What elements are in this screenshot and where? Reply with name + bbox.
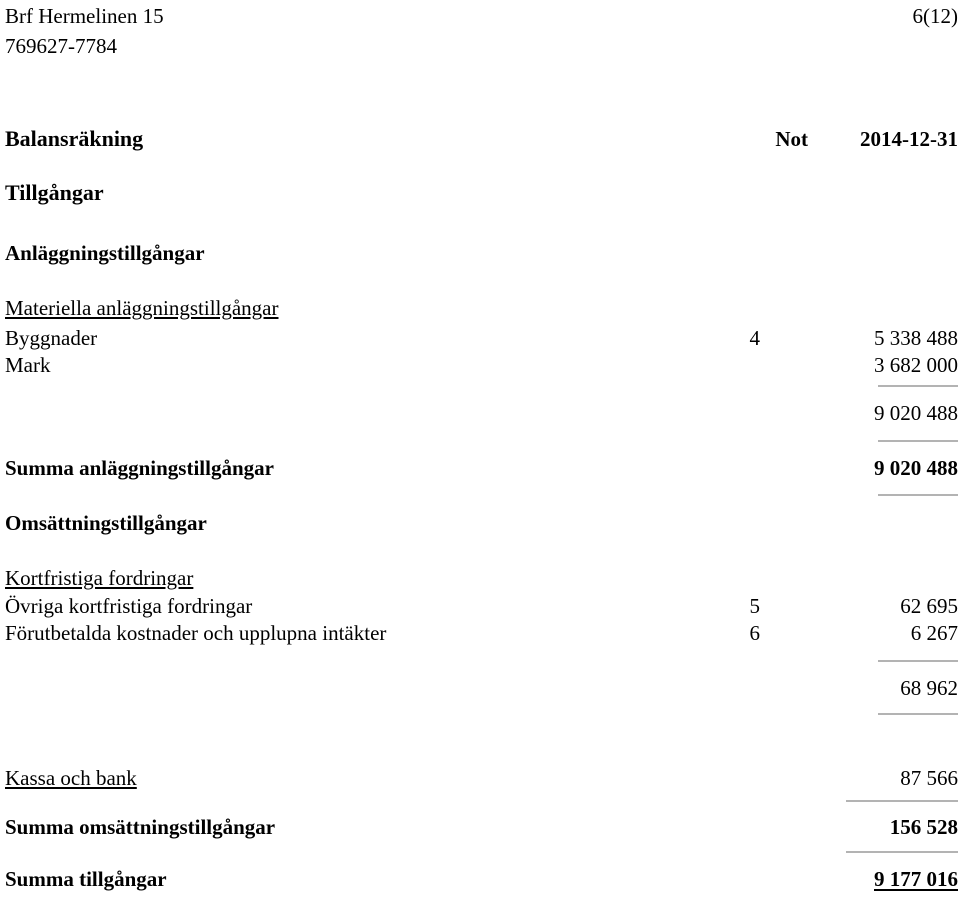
line-amount: 6 267: [910, 621, 958, 645]
subtotal-rule-tangible: [878, 385, 958, 387]
line-item-kassa-och-bank: Kassa och bank 87 566: [0, 765, 960, 791]
line-label: Kassa och bank: [5, 766, 137, 790]
line-note: 5: [749, 594, 761, 618]
line-label: Mark: [5, 353, 51, 377]
total-current-assets: Summa omsättningstillgångar 156 528: [0, 814, 960, 840]
line-label: Summa anläggningstillgångar: [5, 456, 274, 480]
company-name: Brf Hermelinen 15: [5, 4, 164, 28]
page-indicator: 6(12): [912, 4, 959, 28]
line-amount: 5 338 488: [874, 326, 958, 350]
line-amount: 68 962: [900, 676, 958, 700]
subtotal-rule-receivables-bottom: [878, 713, 958, 715]
line-amount: 87 566: [900, 766, 958, 790]
total-rule-fixed-assets-bottom: [878, 494, 958, 496]
line-note: 6: [749, 621, 761, 645]
line-amount: 156 528: [889, 815, 958, 839]
total-rule-fixed-assets-top: [878, 440, 958, 442]
column-header-period: 2014-12-31: [860, 127, 958, 151]
total-fixed-assets: Summa anläggningstillgångar 9 020 488: [0, 455, 960, 481]
line-label: Summa tillgångar: [5, 867, 167, 891]
line-label: Förutbetalda kostnader och upplupna intä…: [5, 621, 387, 645]
page-title: Balansräkning: [5, 126, 144, 151]
line-amount: 3 682 000: [874, 353, 958, 377]
subtotal-short-term-receivables: 68 962: [0, 675, 960, 701]
line-amount: 62 695: [900, 594, 958, 618]
organisation-number: 769627-7784: [5, 34, 117, 58]
line-amount: 9 177 016: [874, 867, 958, 891]
line-item-mark: Mark 3 682 000: [0, 352, 960, 378]
line-item-byggnader: Byggnader 4 5 338 488: [0, 325, 960, 351]
total-rule-current-assets-top: [846, 800, 958, 802]
line-item-ovriga-kortfristiga-fordringar: Övriga kortfristiga fordringar 5 62 695: [0, 593, 960, 619]
line-amount: 9 020 488: [874, 456, 958, 480]
line-amount: 9 020 488: [874, 401, 958, 425]
line-label: Summa omsättningstillgångar: [5, 815, 276, 839]
line-item-forutbetalda-kostnader: Förutbetalda kostnader och upplupna intä…: [0, 620, 960, 646]
balance-sheet-title-row: Balansräkning Not 2014-12-31: [0, 126, 960, 152]
balance-sheet-page: Brf Hermelinen 15 6(12) 769627-7784 Bala…: [0, 0, 960, 899]
line-note: 4: [749, 326, 761, 350]
subtotal-rule-receivables-top: [878, 660, 958, 662]
fixed-assets-heading: Anläggningstillgångar: [5, 241, 205, 265]
total-assets: Summa tillgångar 9 177 016: [0, 866, 960, 892]
line-label: Övriga kortfristiga fordringar: [5, 594, 253, 618]
current-assets-heading: Omsättningstillgångar: [5, 511, 207, 535]
tangible-fixed-assets-heading: Materiella anläggningstillgångar: [5, 296, 279, 320]
line-label: Byggnader: [5, 326, 98, 350]
total-rule-assets-top: [846, 851, 958, 853]
short-term-receivables-heading: Kortfristiga fordringar: [5, 566, 194, 590]
assets-heading: Tillgångar: [5, 180, 104, 205]
subtotal-tangible-assets: 9 020 488: [0, 400, 960, 426]
